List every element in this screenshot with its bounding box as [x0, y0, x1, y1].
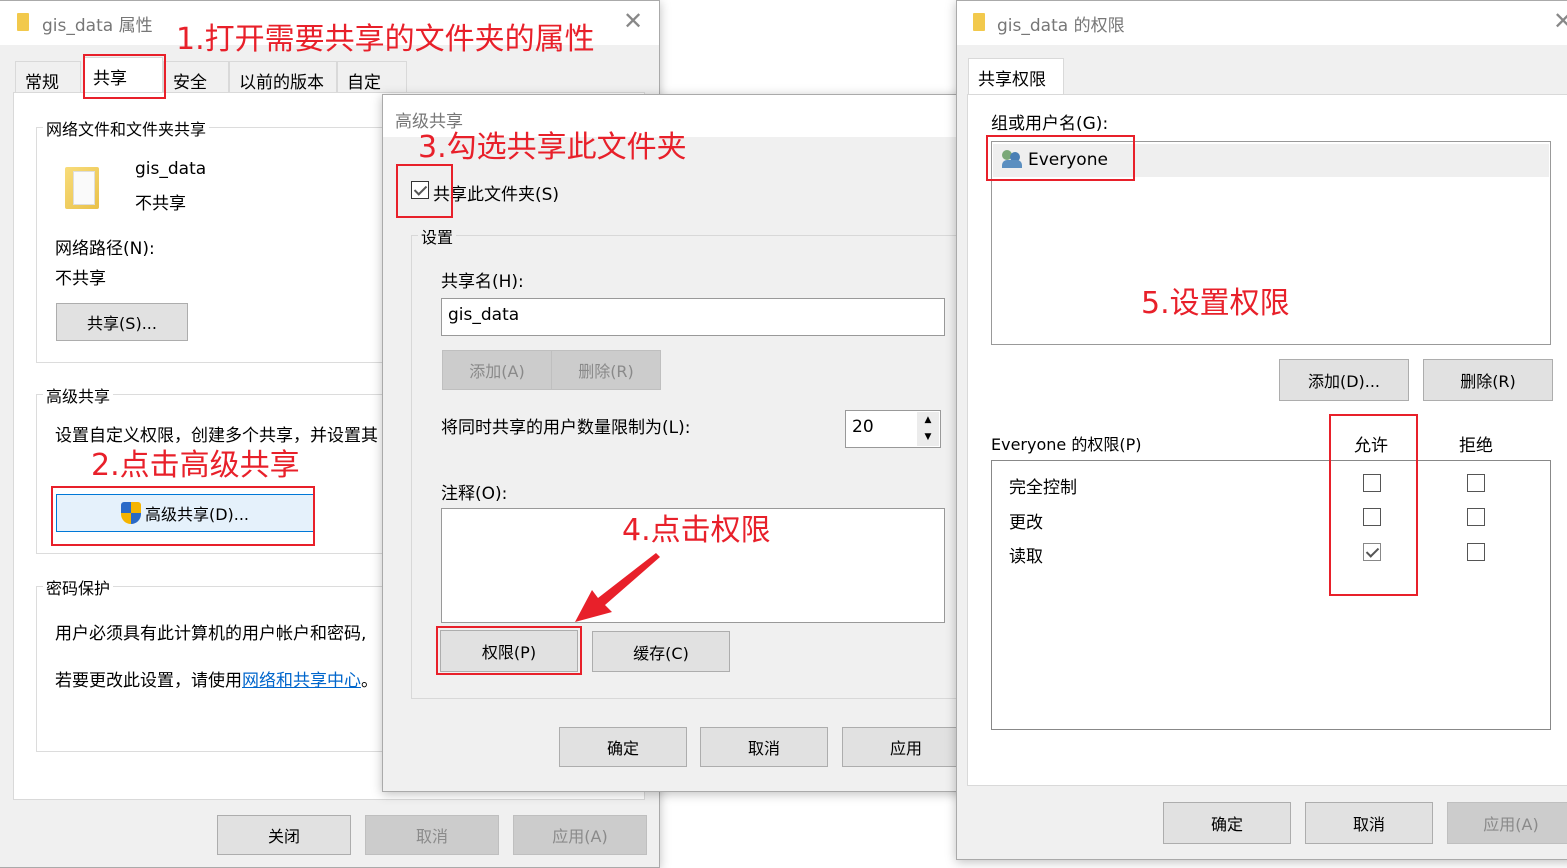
add-user-button[interactable]: 添加(D)...: [1279, 359, 1409, 401]
caching-button[interactable]: 缓存(C): [592, 631, 730, 672]
permission-name: 完全控制: [1009, 478, 1077, 498]
close-icon[interactable]: ✕: [1553, 7, 1567, 35]
spinner-down-icon[interactable]: ▼: [917, 429, 939, 446]
annotation-step2: 2.点击高级共享: [91, 448, 300, 483]
group-label: 设置: [418, 224, 457, 248]
highlight-allow-column: [1329, 414, 1418, 596]
tab-share-permissions[interactable]: 共享权限: [968, 58, 1064, 96]
network-path-label: 网络路径(N):: [55, 239, 155, 259]
apply-button[interactable]: 应用: [842, 727, 970, 767]
share-name-label: 共享名(H):: [441, 272, 524, 292]
permissions-dialog: gis_data 的权限 ✕ 共享权限 组或用户名(G): Everyone 添…: [956, 0, 1567, 860]
deny-checkbox[interactable]: [1467, 543, 1485, 561]
share-button[interactable]: 共享(S)...: [56, 303, 188, 341]
group-label: 密码保护: [43, 575, 114, 599]
annotation-step3: 3.勾选共享此文件夹: [418, 130, 687, 165]
close-icon[interactable]: ✕: [623, 7, 643, 35]
password-text-line1: 用户必须具有此计算机的用户帐户和密码,: [55, 624, 367, 644]
tab-customize[interactable]: 自定义: [337, 61, 407, 118]
highlight-permissions-button: [436, 626, 582, 675]
annotation-step5: 5.设置权限: [1141, 286, 1290, 321]
cancel-button[interactable]: 取消: [365, 815, 499, 855]
spinner-up-icon[interactable]: ▲: [917, 412, 939, 429]
window-title: gis_data 属性: [42, 16, 153, 36]
users-label: 组或用户名(G):: [991, 114, 1109, 134]
group-label: 网络文件和文件夹共享: [43, 116, 210, 140]
folder-large-icon: [65, 167, 99, 209]
folder-icon: [17, 13, 29, 31]
highlight-everyone: [986, 135, 1135, 181]
annotation-step1: 1.打开需要共享的文件夹的属性: [176, 22, 595, 57]
group-label: 高级共享: [43, 383, 114, 407]
close-button[interactable]: 关闭: [217, 815, 351, 855]
ok-button[interactable]: 确定: [559, 727, 687, 767]
advanced-sharing-dialog: 高级共享 共享此文件夹(S) 设置 共享名(H): gis_data 添加(A)…: [382, 94, 991, 792]
network-path-value: 不共享: [55, 269, 106, 289]
permissions-list: [991, 460, 1551, 730]
folder-name: gis_data: [135, 159, 207, 179]
highlight-sharing-tab: [83, 54, 166, 99]
password-text-line2: 若要更改此设置，请使用网络和共享中心。: [55, 671, 378, 691]
tab-general[interactable]: 常规: [15, 61, 81, 93]
network-sharing-center-link[interactable]: 网络和共享中心: [242, 671, 361, 691]
folder-status: 不共享: [135, 194, 186, 214]
folder-icon: [973, 13, 985, 31]
comment-label: 注释(O):: [441, 484, 508, 504]
user-limit-label: 将同时共享的用户数量限制为(L):: [441, 418, 691, 438]
highlight-share-checkbox: [396, 164, 453, 218]
deny-checkbox[interactable]: [1467, 508, 1485, 526]
annotation-step4: 4.点击权限: [622, 513, 771, 548]
deny-checkbox[interactable]: [1467, 474, 1485, 492]
remove-user-button[interactable]: 删除(R): [1423, 359, 1553, 401]
arrow-icon: [575, 553, 660, 622]
ok-button[interactable]: 确定: [1163, 802, 1291, 844]
add-share-button[interactable]: 添加(A): [442, 350, 552, 390]
apply-button[interactable]: 应用(A): [513, 815, 647, 855]
tab-previous-versions[interactable]: 以前的版本: [229, 61, 337, 93]
tab-security[interactable]: 安全: [163, 61, 229, 93]
permissions-titlebar: gis_data 的权限 ✕: [957, 1, 1567, 45]
permission-name: 读取: [1009, 547, 1043, 567]
permissions-label: Everyone 的权限(P): [991, 435, 1142, 454]
share-name-input[interactable]: gis_data: [441, 298, 945, 336]
deny-header: 拒绝: [1459, 436, 1493, 456]
cancel-button[interactable]: 取消: [1305, 802, 1433, 844]
cancel-button[interactable]: 取消: [700, 727, 828, 767]
apply-button[interactable]: 应用(A): [1447, 802, 1567, 844]
user-limit-spinner[interactable]: 20 ▲ ▼: [845, 410, 941, 448]
arrow-shape: [575, 553, 660, 622]
dialog-title: gis_data 的权限: [997, 16, 1125, 36]
remove-share-button[interactable]: 删除(R): [551, 350, 661, 390]
highlight-advanced-button: [51, 486, 315, 546]
permission-name: 更改: [1009, 513, 1043, 533]
